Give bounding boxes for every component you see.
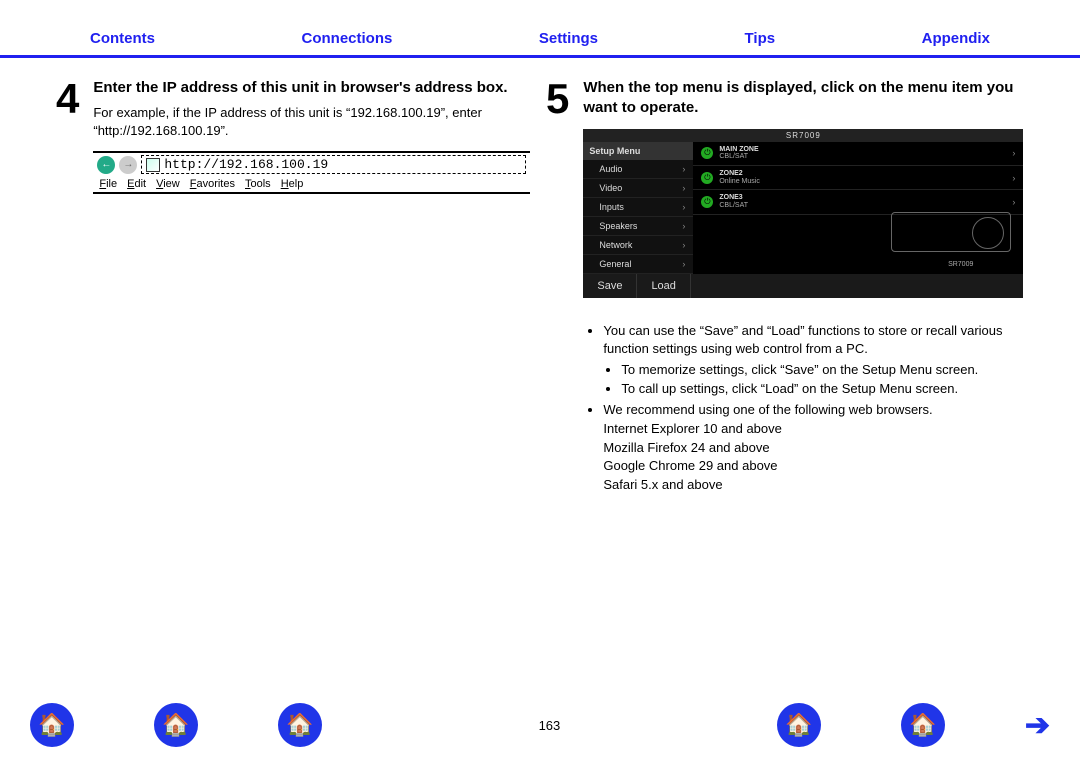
home-icon[interactable]: 🏠	[901, 703, 945, 747]
zone-name: ZONE2	[719, 170, 759, 178]
address-text: http://192.168.100.19	[164, 157, 328, 172]
device-label: SR7009	[948, 261, 973, 268]
power-icon: ⏻	[701, 196, 713, 208]
note-sub: To memorize settings, click “Save” on th…	[621, 361, 1023, 380]
menu-file[interactable]: File	[99, 178, 117, 190]
menu-help[interactable]: Help	[281, 178, 304, 190]
step-title: When the top menu is displayed, click on…	[583, 78, 1023, 119]
forward-icon: →	[119, 156, 137, 174]
step-title: Enter the IP address of this unit in bro…	[93, 78, 530, 98]
step-4: 4 Enter the IP address of this unit in b…	[50, 78, 540, 495]
setup-menu-header: Setup Menu	[583, 142, 693, 160]
zone-source: CBL/SAT	[719, 202, 748, 210]
zone-source: Online Music	[719, 178, 759, 186]
zone-source: CBL/SAT	[719, 153, 758, 161]
nav-connections[interactable]: Connections	[302, 30, 393, 47]
zone-name: MAIN ZONE	[719, 146, 758, 154]
menu-speakers[interactable]: Speakers	[583, 217, 693, 236]
step-number: 5	[540, 78, 583, 495]
page-number: 163	[539, 718, 561, 733]
browser-rec: Internet Explorer 10 and above	[587, 420, 1023, 439]
zone-main[interactable]: ⏻ MAIN ZONECBL/SAT	[693, 142, 1023, 166]
menu-view[interactable]: View	[156, 178, 180, 190]
menu-inputs[interactable]: Inputs	[583, 198, 693, 217]
menu-network[interactable]: Network	[583, 236, 693, 255]
zone-name: ZONE3	[719, 194, 748, 202]
page-icon	[146, 158, 160, 172]
nav-contents[interactable]: Contents	[90, 30, 155, 47]
step-5: 5 When the top menu is displayed, click …	[540, 78, 1030, 495]
home-icon[interactable]: 🏠	[777, 703, 821, 747]
nav-appendix[interactable]: Appendix	[922, 30, 990, 47]
back-icon: ←	[97, 156, 115, 174]
save-load-row: Save Load	[583, 274, 1023, 298]
model-label: SR7009	[583, 129, 1023, 142]
zone-panel: ⏻ MAIN ZONECBL/SAT ⏻ ZONE2Online Music ⏻…	[693, 142, 1023, 274]
menu-audio[interactable]: Audio	[583, 160, 693, 179]
browser-rec: Mozilla Firefox 24 and above	[587, 439, 1023, 458]
step-description: For example, if the IP address of this u…	[93, 104, 530, 139]
zone-3[interactable]: ⏻ ZONE3CBL/SAT	[693, 190, 1023, 214]
notes: You can use the “Save” and “Load” functi…	[583, 322, 1023, 496]
setup-menu: Setup Menu Audio Video Inputs Speakers N…	[583, 142, 693, 274]
power-icon: ⏻	[701, 147, 713, 159]
menu-edit[interactable]: Edit	[127, 178, 146, 190]
note-item: We recommend using one of the following …	[603, 401, 1023, 420]
note-item: You can use the “Save” and “Load” functi…	[603, 322, 1023, 399]
next-arrow-icon[interactable]: ➔	[1025, 708, 1050, 743]
load-button[interactable]: Load	[637, 274, 690, 298]
nav-settings[interactable]: Settings	[539, 30, 598, 47]
note-sub: To call up settings, click “Load” on the…	[621, 380, 1023, 399]
browser-mock: ← → http://192.168.100.19 File Edit View…	[93, 151, 530, 194]
menu-general[interactable]: General	[583, 255, 693, 274]
content-area: 4 Enter the IP address of this unit in b…	[0, 58, 1080, 495]
browser-rec: Safari 5.x and above	[587, 476, 1023, 495]
menu-video[interactable]: Video	[583, 179, 693, 198]
browser-menu: File Edit View Favorites Tools Help	[93, 176, 530, 192]
zone-2[interactable]: ⏻ ZONE2Online Music	[693, 166, 1023, 190]
menu-favorites[interactable]: Favorites	[190, 178, 235, 190]
nav-tips[interactable]: Tips	[745, 30, 776, 47]
power-icon: ⏻	[701, 172, 713, 184]
address-field[interactable]: http://192.168.100.19	[141, 155, 526, 174]
step-number: 4	[50, 78, 93, 495]
menu-tools[interactable]: Tools	[245, 178, 271, 190]
device-outline	[891, 212, 1011, 252]
home-icon[interactable]: 🏠	[30, 703, 74, 747]
home-icon[interactable]: 🏠	[154, 703, 198, 747]
save-button[interactable]: Save	[583, 274, 637, 298]
browser-rec: Google Chrome 29 and above	[587, 457, 1023, 476]
footer: 🏠 🏠 🏠 163 🏠 🏠 ➔	[0, 703, 1080, 747]
home-icon[interactable]: 🏠	[278, 703, 322, 747]
top-nav: Contents Connections Settings Tips Appen…	[0, 0, 1080, 58]
web-ui-mock: SR7009 Setup Menu Audio Video Inputs Spe…	[583, 129, 1023, 298]
